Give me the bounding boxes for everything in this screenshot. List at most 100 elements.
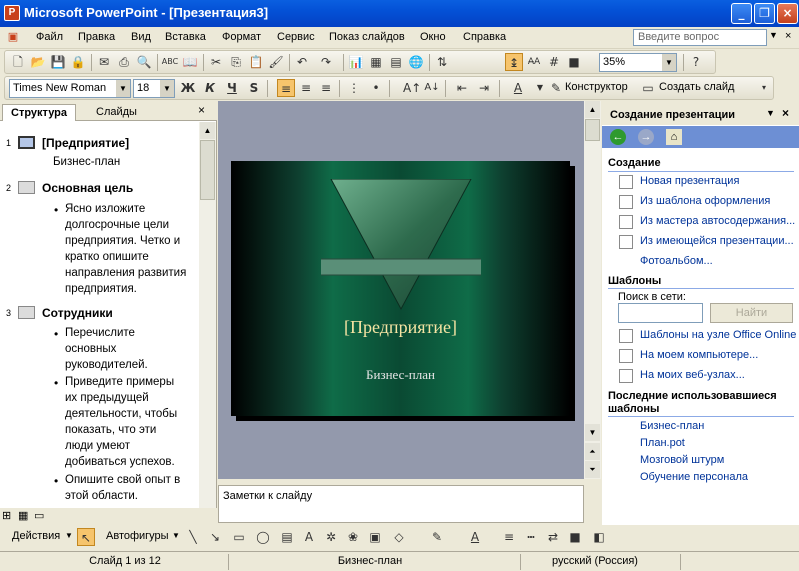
tab-outline[interactable]: Структура — [2, 104, 76, 121]
outline-content[interactable]: 1 [Предприятие] Бизнес-план 2 Основная ц… — [0, 122, 198, 508]
slide-title[interactable]: Сотрудники — [42, 306, 113, 320]
link-photo-album[interactable]: Фотоальбом... — [640, 255, 713, 267]
increase-font-icon[interactable]: A↑ — [403, 79, 421, 97]
outline-text[interactable]: деятельности, чтобы — [65, 407, 177, 423]
menu-format[interactable]: Формат — [222, 31, 261, 43]
diagram-icon[interactable]: ✲ — [322, 528, 340, 546]
show-formatting-icon[interactable]: ↨ — [505, 53, 523, 71]
save-icon[interactable]: 💾 — [49, 53, 67, 71]
increase-indent-icon[interactable]: ⇥ — [475, 79, 493, 97]
slide-icon[interactable] — [18, 136, 35, 149]
arrow-icon[interactable]: ↘ — [206, 528, 224, 546]
notes-pane[interactable]: Заметки к слайду — [218, 485, 584, 523]
outline-text[interactable]: Бизнес-план — [53, 155, 120, 171]
align-center-icon[interactable]: ≡ — [297, 79, 315, 97]
outline-text[interactable]: Ясно изложите — [65, 202, 145, 218]
slide-scrollbar[interactable]: ▲ ▼ ⏶ ⏷ — [584, 101, 601, 479]
zoom-combo[interactable]: 35% ▼ — [599, 53, 677, 72]
scroll-down-icon[interactable]: ▼ — [585, 424, 600, 441]
outline-text[interactable]: этой области. — [65, 489, 138, 505]
link-recent-template[interactable]: Обучение персонала — [640, 471, 748, 483]
link-recent-template[interactable]: Мозговой штурм — [640, 454, 724, 466]
3d-style-icon[interactable]: ◧ — [590, 528, 608, 546]
search-button[interactable]: Найти — [710, 303, 793, 323]
align-right-icon[interactable]: ≡ — [317, 79, 335, 97]
new-slide-button[interactable]: Создать слайд — [659, 81, 734, 93]
redo-icon[interactable]: ↷ — [317, 53, 335, 71]
open-icon[interactable]: 📂 — [29, 53, 47, 71]
underline-button[interactable]: Ч — [223, 79, 241, 97]
task-pane-menu-icon[interactable]: ▼ — [766, 108, 775, 118]
outline-scrollbar[interactable]: ▲ — [199, 122, 216, 508]
close-pane-icon[interactable]: × — [198, 103, 205, 117]
scroll-up-icon[interactable]: ▲ — [585, 101, 600, 118]
help-dropdown-arrow-icon[interactable]: ▼ — [769, 30, 778, 40]
permission-icon[interactable]: 🔒 — [69, 53, 87, 71]
outline-text[interactable]: кратко опишите — [65, 250, 149, 266]
undo-icon[interactable]: ↶ — [293, 53, 311, 71]
link-recent-template[interactable]: Бизнес-план — [640, 420, 704, 432]
rectangle-icon[interactable]: ▭ — [230, 528, 248, 546]
outline-text[interactable]: Приведите примеры — [65, 375, 174, 391]
menu-slideshow[interactable]: Показ слайдов — [329, 31, 405, 43]
link-my-computer[interactable]: На моем компьютере... — [640, 349, 758, 361]
scroll-up-icon[interactable]: ▲ — [200, 122, 215, 139]
slide-title[interactable]: [Предприятие] — [42, 136, 129, 150]
font-combo[interactable]: Times New Roman ▼ — [9, 79, 131, 98]
outline-text[interactable]: их предыдущей — [65, 391, 149, 407]
research-icon[interactable]: 📖 — [181, 53, 199, 71]
italic-button[interactable]: К — [201, 79, 219, 97]
select-pointer-icon[interactable]: ↖ — [77, 528, 95, 546]
close-button[interactable]: × — [777, 3, 798, 24]
maximize-button[interactable]: ❐ — [754, 3, 775, 24]
scroll-thumb[interactable] — [585, 119, 600, 141]
new-slide-icon[interactable]: ▭ — [639, 79, 657, 97]
fill-color-icon[interactable]: ◇ — [390, 528, 408, 546]
textbox-icon[interactable]: ▤ — [278, 528, 296, 546]
tab-slides[interactable]: Слайды — [88, 104, 145, 121]
wordart-icon[interactable]: A — [300, 528, 318, 546]
slideshow-view-icon[interactable]: ▭ — [34, 509, 44, 522]
font-color-icon[interactable]: A — [509, 79, 527, 97]
next-slide-icon[interactable]: ⏷ — [585, 461, 600, 478]
outline-text[interactable]: Перечислите — [65, 326, 135, 342]
outline-text[interactable]: показать, что эти — [65, 423, 156, 439]
designer-icon[interactable]: ✎ — [547, 79, 565, 97]
picture-icon[interactable]: ▣ — [366, 528, 384, 546]
outline-text[interactable]: люди умеют — [65, 439, 130, 455]
arrow-style-icon[interactable]: ⇄ — [544, 528, 562, 546]
clipart-icon[interactable]: ❀ — [344, 528, 362, 546]
bullets-icon[interactable]: • — [367, 79, 385, 97]
menu-insert[interactable]: Вставка — [165, 31, 206, 43]
link-recent-template[interactable]: План.pot — [640, 437, 685, 449]
font-size-combo[interactable]: 18 ▼ — [133, 79, 175, 98]
minimize-button[interactable]: _ — [731, 3, 752, 24]
line-icon[interactable]: ╲ — [184, 528, 202, 546]
cut-icon[interactable]: ✂ — [207, 53, 225, 71]
help-search-input[interactable]: Введите вопрос — [633, 29, 767, 46]
slide-icon[interactable] — [18, 181, 35, 194]
decrease-font-icon[interactable]: A↓ — [423, 79, 441, 97]
chart-icon[interactable]: 📊 — [347, 53, 365, 71]
toolbar-options-icon[interactable]: ▾ — [755, 79, 773, 97]
outline-text[interactable]: направления развития — [65, 266, 186, 282]
slide-icon[interactable] — [18, 306, 35, 319]
outline-text[interactable]: предприятия. Четко и — [65, 234, 180, 250]
slide-sorter-view-icon[interactable]: ▦ — [18, 509, 28, 522]
print-icon[interactable]: ⎙ — [115, 53, 133, 71]
autoshapes-arrow-icon[interactable]: ▼ — [172, 531, 180, 540]
link-existing-presentation[interactable]: Из имеющейся презентации... — [640, 235, 794, 247]
link-new-presentation[interactable]: Новая презентация — [640, 175, 739, 187]
link-office-online[interactable]: Шаблоны на узле Office Online — [640, 329, 796, 341]
actions-arrow-icon[interactable]: ▼ — [65, 531, 73, 540]
outline-text[interactable]: основных — [65, 342, 116, 358]
previous-slide-icon[interactable]: ⏶ — [585, 443, 600, 460]
line-color-icon[interactable]: ✎ — [428, 528, 446, 546]
template-search-input[interactable] — [618, 303, 703, 323]
numbering-icon[interactable]: ⋮ — [345, 79, 363, 97]
menu-file[interactable]: Файл — [36, 31, 63, 43]
oval-icon[interactable]: ◯ — [254, 528, 272, 546]
copy-icon[interactable]: ⎘ — [227, 53, 245, 71]
shadow-button[interactable]: S — [245, 79, 263, 97]
spelling-icon[interactable]: ABC — [161, 53, 179, 71]
